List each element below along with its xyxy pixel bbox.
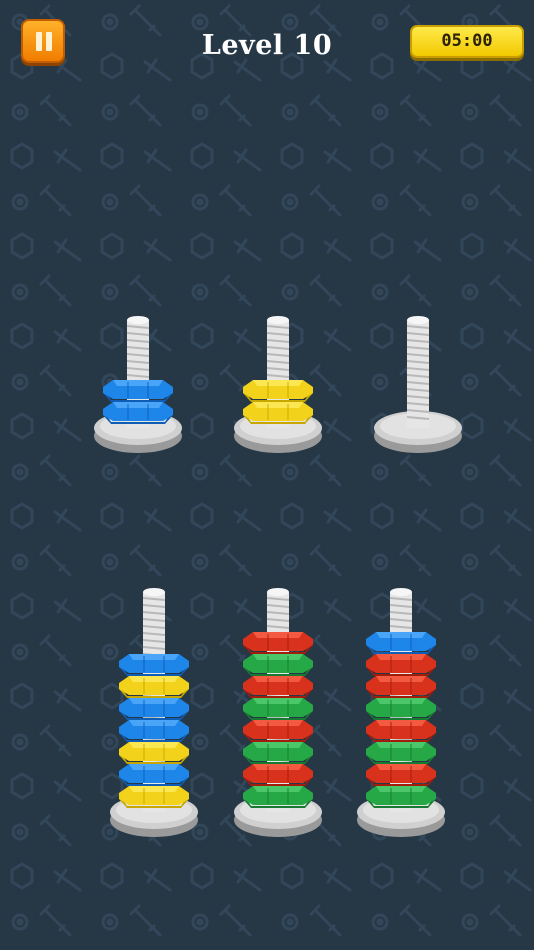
nut-highlight: [253, 632, 303, 638]
nut-red[interactable]: [366, 720, 436, 742]
rod-cap: [407, 316, 429, 324]
nut-highlight: [253, 402, 303, 408]
nut-highlight: [113, 402, 163, 408]
game-board: [94, 316, 462, 837]
nut-blue[interactable]: [119, 720, 189, 742]
nut-highlight: [253, 676, 303, 682]
nut-highlight: [376, 632, 426, 638]
nut-highlight: [129, 720, 179, 726]
rod-6[interactable]: [357, 588, 445, 837]
rod-cap: [267, 588, 289, 596]
nut-blue[interactable]: [103, 402, 173, 424]
rod-4[interactable]: [110, 588, 198, 837]
nut-highlight: [253, 786, 303, 792]
nut-highlight: [253, 654, 303, 660]
nut-green[interactable]: [366, 698, 436, 720]
nut-highlight: [376, 764, 426, 770]
nut-highlight: [129, 742, 179, 748]
nut-red[interactable]: [243, 720, 313, 742]
nut-highlight: [253, 720, 303, 726]
nut-highlight: [253, 764, 303, 770]
nut-highlight: [129, 764, 179, 770]
nut-yellow[interactable]: [243, 380, 313, 402]
nut-highlight: [376, 786, 426, 792]
nut-blue[interactable]: [119, 764, 189, 786]
nut-yellow[interactable]: [119, 676, 189, 698]
nut-highlight: [129, 654, 179, 660]
rod-cap: [127, 316, 149, 324]
rod-5[interactable]: [234, 588, 322, 837]
nut-red[interactable]: [366, 654, 436, 676]
nut-highlight: [376, 698, 426, 704]
nut-highlight: [376, 720, 426, 726]
nut-highlight: [129, 698, 179, 704]
nut-highlight: [253, 698, 303, 704]
nut-highlight: [376, 676, 426, 682]
rod-1[interactable]: [94, 316, 182, 453]
nut-yellow[interactable]: [243, 402, 313, 424]
nut-highlight: [253, 742, 303, 748]
nut-highlight: [253, 380, 303, 386]
nut-blue[interactable]: [119, 654, 189, 676]
rod-3[interactable]: [374, 316, 462, 453]
nut-red[interactable]: [366, 764, 436, 786]
nut-highlight: [129, 676, 179, 682]
nut-green[interactable]: [243, 698, 313, 720]
rod-2[interactable]: [234, 316, 322, 453]
nut-blue[interactable]: [103, 380, 173, 402]
rod-cap: [267, 316, 289, 324]
nut-green[interactable]: [366, 786, 436, 808]
nut-yellow[interactable]: [119, 742, 189, 764]
rod-cap: [143, 588, 165, 596]
nut-green[interactable]: [243, 786, 313, 808]
nut-blue[interactable]: [366, 632, 436, 654]
nut-highlight: [376, 654, 426, 660]
nut-red[interactable]: [366, 676, 436, 698]
nut-red[interactable]: [243, 676, 313, 698]
nut-highlight: [129, 786, 179, 792]
nut-red[interactable]: [243, 764, 313, 786]
nut-red[interactable]: [243, 632, 313, 654]
nut-yellow[interactable]: [119, 786, 189, 808]
nut-highlight: [376, 742, 426, 748]
nut-blue[interactable]: [119, 698, 189, 720]
nut-green[interactable]: [366, 742, 436, 764]
nut-green[interactable]: [243, 654, 313, 676]
nut-green[interactable]: [243, 742, 313, 764]
rod-cap: [390, 588, 412, 596]
nut-highlight: [113, 380, 163, 386]
